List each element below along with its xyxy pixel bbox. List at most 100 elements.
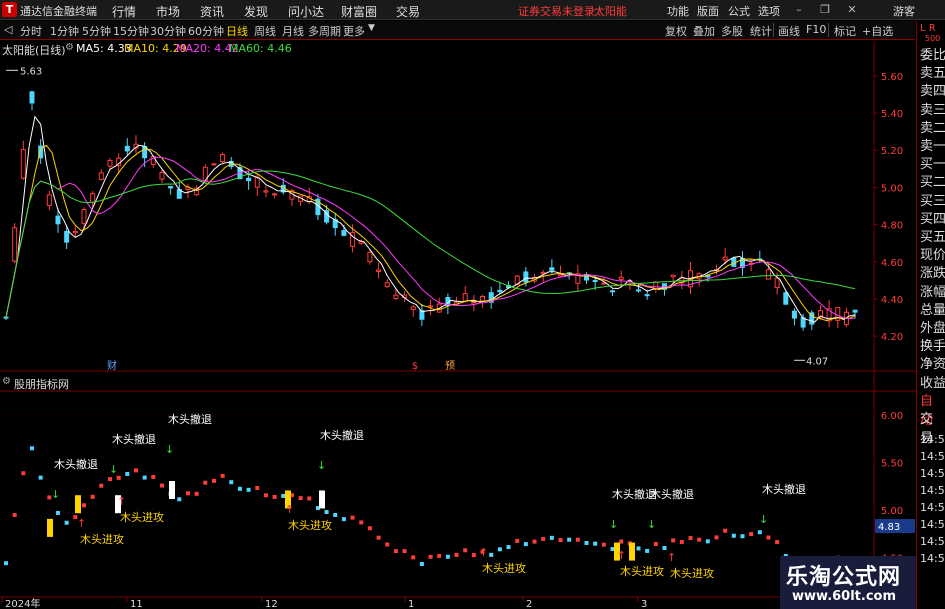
indicator-bar xyxy=(151,474,156,479)
indicator-bar xyxy=(749,532,754,537)
low-price-label: 4.07 xyxy=(806,356,828,367)
indicator-tick-label: 6.00 xyxy=(881,411,903,422)
up-arrow-icon: ↑ xyxy=(285,503,294,516)
ma10-line xyxy=(5,144,856,322)
indicator-bar xyxy=(272,494,277,499)
candle-body xyxy=(558,274,564,277)
signal-bar xyxy=(75,495,81,514)
indicator-bar xyxy=(584,540,589,545)
indicator-bar xyxy=(324,509,329,514)
menu-market[interactable]: 市场 xyxy=(156,3,180,20)
time-tick-label: 3 xyxy=(641,599,647,609)
attack-signal-label: 木头进攻 xyxy=(288,518,332,532)
indicator-bar xyxy=(437,553,442,558)
indicator-bar xyxy=(428,554,433,559)
down-arrow-icon: ↓ xyxy=(317,459,326,472)
candle-body xyxy=(81,209,87,225)
indicator-bar xyxy=(610,547,615,552)
price-tick-label: 4.40 xyxy=(881,295,903,306)
menu-discover[interactable]: 发现 xyxy=(244,3,268,20)
indicator-bar xyxy=(38,475,43,480)
indicator-bar xyxy=(714,535,719,540)
up-arrow-icon: ↑ xyxy=(667,551,676,564)
indicator-bar xyxy=(671,538,676,543)
indicator-bar xyxy=(64,520,69,525)
signal-bar xyxy=(629,542,635,561)
tick-time: 14:56 xyxy=(920,552,945,565)
indicator-bar xyxy=(393,549,398,554)
attack-signal-label: 木头进攻 xyxy=(620,564,664,578)
indicator-bar xyxy=(705,539,710,544)
candle-body xyxy=(722,256,728,261)
indicator-bar xyxy=(775,540,780,545)
panel-tag[interactable]: L R xyxy=(920,23,936,34)
panel-tag-sub: 500 xyxy=(925,34,941,43)
indicator-bar xyxy=(757,530,762,535)
minimize-icon[interactable]: – xyxy=(792,3,806,16)
menu-formula[interactable]: 公式 xyxy=(728,3,750,19)
candle-body xyxy=(168,186,174,189)
trade-login-notice[interactable]: 证券交易未登录 xyxy=(518,3,595,19)
menu-assistant[interactable]: 问小达 xyxy=(288,3,324,20)
menu-options[interactable]: 选项 xyxy=(758,3,780,19)
candle-body xyxy=(523,271,529,283)
indicator-bar xyxy=(350,515,355,520)
menu-layout[interactable]: 版面 xyxy=(697,3,719,19)
current-stock-name: 太阳能 xyxy=(594,5,627,18)
candle-body xyxy=(644,294,650,297)
menu-function[interactable]: 功能 xyxy=(667,3,689,19)
indicator-bar xyxy=(367,526,372,531)
indicator-bar xyxy=(731,533,736,538)
menu-trade[interactable]: 交易 xyxy=(396,3,420,20)
indicator-bar xyxy=(177,497,182,502)
indicator-bar xyxy=(90,494,95,499)
indicator-bar xyxy=(107,477,112,482)
down-arrow-icon: ↓ xyxy=(109,463,118,476)
indicator-bar xyxy=(523,542,528,547)
price-tick-label: 5.40 xyxy=(881,109,903,120)
retreat-signal-label: 木头撤退 xyxy=(762,482,806,496)
indicator-bar xyxy=(133,468,138,473)
candle-body xyxy=(765,269,771,280)
attack-signal-label: 木头进攻 xyxy=(120,510,164,524)
indicator-bar xyxy=(125,471,130,476)
watermark-url: www.60lt.com xyxy=(792,589,897,604)
guest-user[interactable]: 游客 xyxy=(893,3,915,19)
down-arrow-icon: ↓ xyxy=(51,488,60,501)
close-icon[interactable]: ✕ xyxy=(845,3,859,16)
menu-news[interactable]: 资讯 xyxy=(200,3,224,20)
candle-body xyxy=(428,305,434,308)
ma20-line xyxy=(5,156,856,320)
indicator-bar xyxy=(766,535,771,540)
high-price-label: 5.63 xyxy=(20,66,42,77)
indicator-bar xyxy=(341,517,346,522)
indicator-bar xyxy=(99,483,104,488)
indicator-bar xyxy=(194,491,199,496)
down-arrow-icon: ↓ xyxy=(609,518,618,531)
down-arrow-icon: ↓ xyxy=(165,443,174,456)
indicator-bar xyxy=(220,473,225,478)
signal-bar xyxy=(47,518,53,537)
indicator-bar xyxy=(116,475,121,480)
indicator-bar xyxy=(454,552,459,557)
current-value-label: 4.83 xyxy=(878,522,900,533)
candle-body xyxy=(98,172,104,180)
candle-body xyxy=(64,230,70,243)
indicator-bar xyxy=(385,542,390,547)
indicator-bar xyxy=(246,487,251,492)
menu-wealth-circle[interactable]: 财富圈 xyxy=(341,3,377,20)
indicator-bar xyxy=(411,555,416,560)
candle-body xyxy=(670,274,676,278)
menu-market-quotes[interactable]: 行情 xyxy=(112,3,136,20)
indicator-bar xyxy=(203,480,208,485)
down-arrow-icon: ↓ xyxy=(759,513,768,526)
restore-icon[interactable]: ❐ xyxy=(818,3,832,16)
indicator-bar xyxy=(567,537,572,542)
indicator-bar xyxy=(185,491,190,496)
watermark-logo: 乐淘公式网 www.60lt.com xyxy=(780,556,916,609)
indicator-bar xyxy=(333,512,338,517)
kline-chart[interactable]: 5.63 4.07 财 $ 预 木头撤退 ↓ 木头撤退 ↓ 木头撤退 ↓ 木头撤退 ↓ 木头撤退 ↓ 木头撤… xyxy=(0,21,916,609)
price-tick-label: 5.20 xyxy=(881,146,903,157)
candle-body xyxy=(46,194,52,207)
candle-body xyxy=(159,172,165,180)
